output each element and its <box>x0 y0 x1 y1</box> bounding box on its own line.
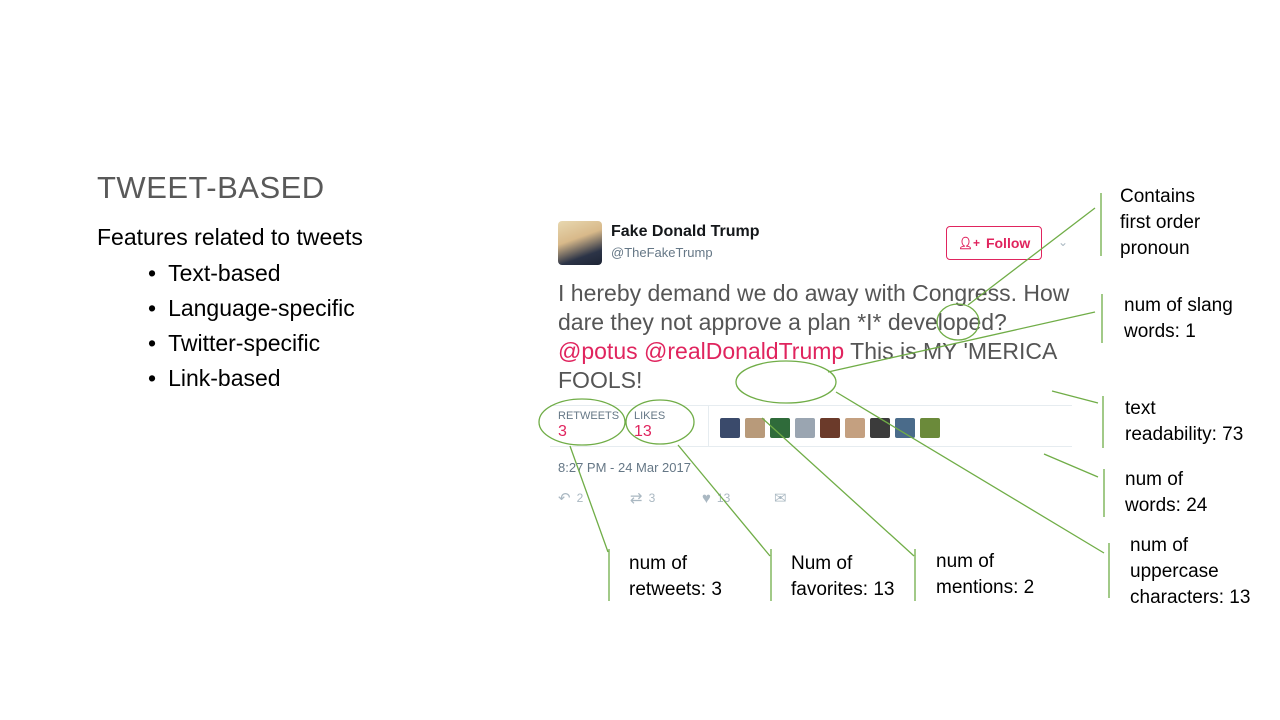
annotation-line: mentions: 2 <box>936 577 1035 598</box>
uppercase-leader <box>835 391 1105 554</box>
annotation-line: num of <box>1125 469 1184 490</box>
annotation-line: pronoun <box>1120 238 1190 259</box>
annotation-line: readability: 73 <box>1125 424 1244 445</box>
annotation-line: num of <box>936 551 995 572</box>
annotation-slang: num of slang words: 1 <box>1124 293 1233 345</box>
annotation-pronoun: Contains first order pronoun <box>1120 184 1200 262</box>
annotation-retweets: num of retweets: 3 <box>629 551 722 603</box>
retweets-leader <box>569 445 609 553</box>
words-leader <box>1043 453 1099 478</box>
annotation-words: num of words: 24 <box>1125 467 1207 519</box>
annotation-line: favorites: 13 <box>791 579 895 600</box>
favorites-leader <box>677 444 771 557</box>
retweets-circle <box>538 398 626 446</box>
likes-circle <box>625 399 695 445</box>
pronoun-circle <box>936 303 980 341</box>
annotation-line: text <box>1125 398 1156 419</box>
fools-circle <box>735 360 837 404</box>
annotation-line: Contains <box>1120 186 1195 207</box>
annotation-line: num of slang <box>1124 295 1233 316</box>
slang-leader <box>827 311 1096 373</box>
annotation-line: retweets: 3 <box>629 579 722 600</box>
pronoun-leader <box>967 207 1096 306</box>
annotation-lines <box>538 193 1110 601</box>
annotation-line: characters: 13 <box>1130 587 1251 608</box>
annotation-line: words: 24 <box>1125 495 1208 516</box>
annotation-line: Num of <box>791 553 853 574</box>
annotation-line: uppercase <box>1130 561 1219 582</box>
annotation-mentions: num of mentions: 2 <box>936 549 1034 601</box>
mentions-leader <box>761 417 915 557</box>
annotation-line: first order <box>1120 212 1201 233</box>
annotation-line: num of <box>629 553 688 574</box>
annotation-uppercase: num of uppercase characters: 13 <box>1130 533 1250 611</box>
annotation-line: words: 1 <box>1124 321 1196 342</box>
annotation-line: num of <box>1130 535 1189 556</box>
annotation-favorites: Num of favorites: 13 <box>791 551 895 603</box>
readability-leader <box>1051 390 1099 404</box>
annotation-readability: text readability: 73 <box>1125 396 1243 448</box>
